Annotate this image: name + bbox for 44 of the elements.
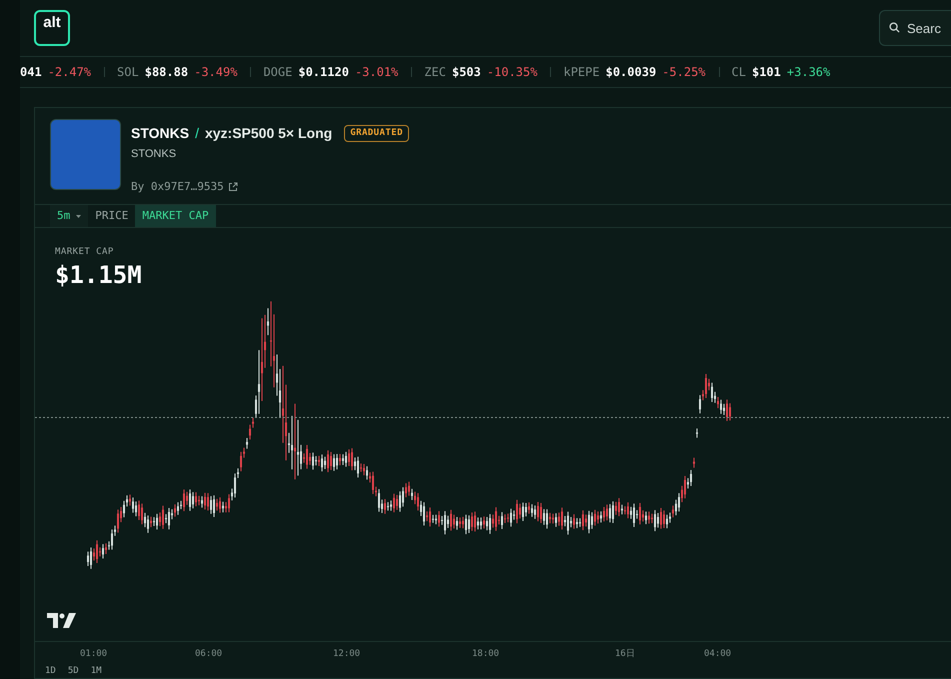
- chart-tab[interactable]: PRICE: [88, 205, 136, 227]
- ticker-price: $0.0039: [606, 64, 656, 81]
- ticker-change: -5.25%: [662, 64, 706, 81]
- external-link-icon[interactable]: [228, 182, 238, 192]
- ticker-change: -3.49%: [194, 64, 238, 81]
- time-axis-label: 04:00: [704, 648, 732, 661]
- ticker-change: -3.01%: [354, 64, 398, 81]
- chart-value: $1.15M: [55, 260, 142, 290]
- ticker-price: $503: [452, 64, 481, 81]
- time-axis-label: 18:00: [472, 648, 500, 661]
- ticker-change: +3.36%: [786, 64, 830, 81]
- search-field[interactable]: Searc: [879, 10, 951, 46]
- ticker-symbol: SOL: [117, 64, 139, 81]
- logo[interactable]: alt: [34, 10, 70, 46]
- ticker-price: $88.88: [144, 64, 188, 81]
- ticker-symbol: ZEC: [424, 64, 446, 81]
- tradingview-logo-icon: [47, 613, 77, 628]
- time-axis-label: 16日: [615, 648, 635, 661]
- separator: /: [195, 124, 199, 143]
- creator-address[interactable]: By 0x97E7…9535: [131, 178, 224, 195]
- token-subtitle: STONKS: [131, 147, 178, 162]
- time-axis-label: 12:00: [333, 648, 360, 661]
- chart-tab[interactable]: MARKET CAP: [135, 205, 216, 227]
- ticker-change: -2.47%: [48, 64, 92, 81]
- ticker-change: -10.35%: [486, 64, 538, 81]
- ticker-price: $101: [752, 64, 781, 81]
- ticker-symbol: kPEPE: [563, 64, 600, 81]
- token-pair: xyz:SP500 5× Long: [204, 124, 332, 143]
- photo-placeholder: [50, 119, 121, 190]
- ticker-symbol: DOGE: [263, 64, 292, 81]
- ticker-price: 041: [20, 64, 42, 81]
- time-axis-label: 06:00: [195, 648, 222, 661]
- token-name: STONKS: [131, 124, 190, 143]
- range-button[interactable]: 1M: [90, 665, 102, 678]
- range-button[interactable]: 5D: [68, 665, 79, 678]
- graduated-badge: GRADUATED: [344, 124, 410, 142]
- search-icon: [889, 22, 900, 33]
- ticker-price: $0.1120: [298, 64, 349, 81]
- ticker-symbol: CL: [732, 64, 746, 81]
- range-button[interactable]: 1D: [45, 665, 56, 678]
- interval-dropdown[interactable]: 5m: [50, 205, 88, 227]
- caret-icon: [76, 214, 82, 218]
- chart-label: MARKET CAP: [55, 246, 115, 259]
- time-axis-label: 01:00: [80, 648, 108, 661]
